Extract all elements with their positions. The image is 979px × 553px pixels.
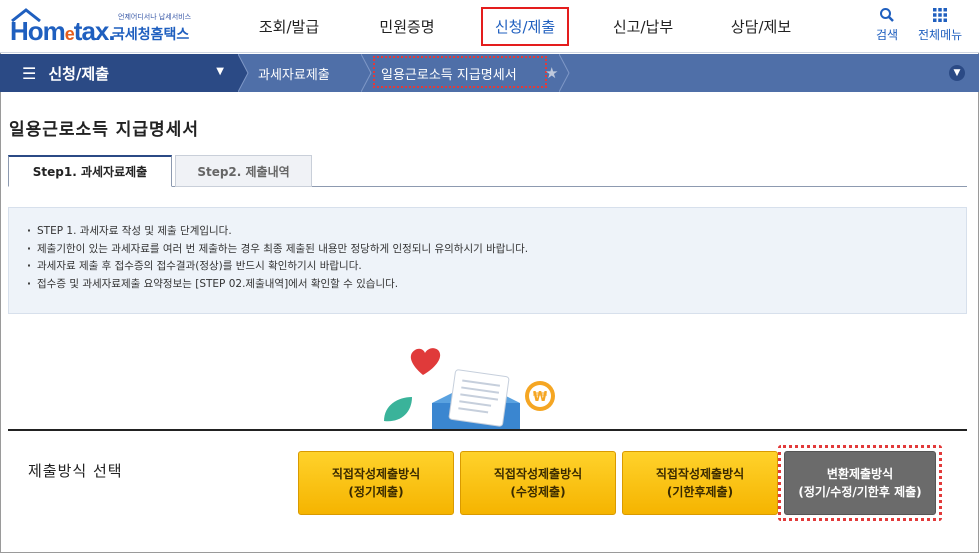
notice-box: STEP 1. 과세자료 작성 및 제출 단계입니다. 제출기한이 있는 과세자… — [8, 207, 967, 314]
highlight-dotted-box — [373, 56, 547, 88]
direct-late-submission-button[interactable]: 직접작성제출방식 (기한후제출) — [622, 451, 778, 515]
search-button[interactable]: 검색 — [876, 7, 898, 43]
breadcrumb-tax-data-submission[interactable]: 과세자료제출 — [258, 54, 330, 92]
notice-item: 접수증 및 과세자료제출 요약정보는 [STEP 02.제출내역]에서 확인할 … — [27, 276, 966, 294]
tab-step2-history[interactable]: Step2. 제출내역 — [175, 155, 312, 187]
nav-consult-report[interactable]: 상담/제보 — [702, 0, 820, 53]
submission-illustration: ₩ — [384, 348, 555, 431]
heart-icon — [410, 348, 441, 375]
direct-amended-submission-button[interactable]: 직접작성제출방식 (수정제출) — [460, 451, 616, 515]
notice-item: 과세자료 제출 후 접수증의 접수결과(정상)를 반드시 확인하기시 바랍니다. — [27, 258, 966, 276]
logo-tagline: 언제어디서나 납세서비스 — [118, 13, 192, 21]
notice-item: 제출기한이 있는 과세자료를 여러 번 제출하는 경우 최종 제출된 내용만 정… — [27, 241, 966, 259]
hamburger-icon: ☰ — [22, 63, 37, 83]
won-coin-icon: ₩ — [525, 381, 555, 411]
expand-chevron-icon[interactable]: ▼ — [949, 65, 965, 81]
favorite-star-icon[interactable]: ★ — [545, 64, 558, 82]
search-label: 검색 — [876, 28, 899, 42]
highlight-dotted-box — [778, 445, 942, 521]
breadcrumb-bar: ☰ 신청/제출 ▼ 과세자료제출 일용근로소득 지급명세서 ★ ▼ — [0, 54, 979, 92]
direct-regular-submission-button[interactable]: 직접작성제출방식 (정기제출) — [298, 451, 454, 515]
search-icon — [880, 8, 894, 22]
logo-wordmark: Hometax. — [10, 16, 116, 46]
nav-application-submission[interactable]: 신청/제출 — [466, 0, 584, 53]
all-menu-button[interactable]: 전체메뉴 — [918, 7, 962, 43]
submission-method-label: 제출방식 선택 — [28, 462, 123, 480]
section-menu-dropdown[interactable]: ☰ 신청/제출 ▼ — [0, 54, 238, 92]
logo-korean-name: 국세청홈택스 — [112, 27, 190, 43]
page-title: 일용근로소득 지급명세서 — [9, 120, 199, 140]
svg-text:₩: ₩ — [533, 390, 548, 405]
global-nav: 조회/발급 민원증명 신청/제출 신고/납부 상담/제보 — [230, 0, 820, 53]
breadcrumb-separator-icon — [559, 54, 570, 92]
top-header: 언제어디서나 납세서비스 Hometax. 국세청홈택스 조회/발급 민원증명 … — [0, 0, 979, 53]
section-divider — [8, 429, 967, 431]
grid-menu-icon — [933, 8, 948, 22]
leaf-icon — [384, 397, 412, 422]
nav-inquiry-issue[interactable]: 조회/발급 — [230, 0, 348, 53]
document-icon — [448, 369, 510, 427]
section-menu-label: 신청/제출 — [48, 64, 110, 83]
step-tabs: Step1. 과세자료제출 Step2. 제출내역 — [8, 155, 967, 187]
hometax-logo[interactable]: 언제어디서나 납세서비스 Hometax. 국세청홈택스 — [8, 4, 198, 48]
nav-civil-certificates[interactable]: 민원증명 — [348, 0, 466, 53]
all-menu-label: 전체메뉴 — [918, 28, 963, 42]
nav-report-payment[interactable]: 신고/납부 — [584, 0, 702, 53]
tab-step1-submission[interactable]: Step1. 과세자료제출 — [8, 155, 172, 187]
caret-down-icon: ▼ — [216, 66, 224, 77]
breadcrumb-separator-icon — [238, 54, 249, 92]
notice-item: STEP 1. 과세자료 작성 및 제출 단계입니다. — [27, 223, 966, 241]
breadcrumb-daily-wage-statement[interactable]: 일용근로소득 지급명세서 — [373, 54, 547, 92]
